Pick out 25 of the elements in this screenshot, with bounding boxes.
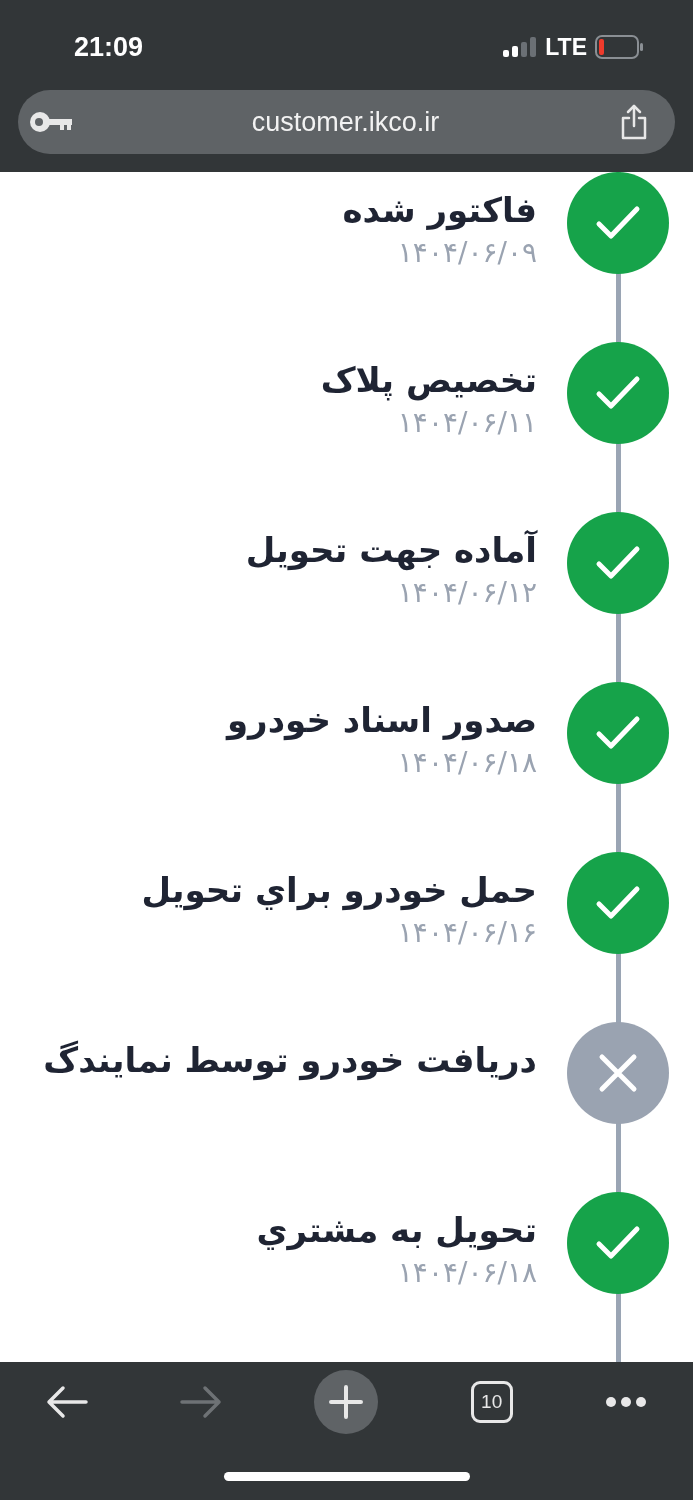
step-title: دریافت خودرو توسط نمایندگ: [43, 1040, 537, 1080]
url-text: customer.ikco.ir: [251, 106, 440, 138]
clock-time: 21:09: [74, 31, 144, 63]
share-icon[interactable]: [619, 104, 649, 140]
step-title: فاکتور شده: [342, 190, 537, 230]
network-label: LTE: [545, 33, 587, 61]
step-date: ۱۴۰۴/۰۶/۱۸: [397, 1256, 537, 1289]
new-tab-button[interactable]: [314, 1370, 379, 1434]
step-title: آماده جهت تحویل: [245, 530, 537, 570]
battery-icon: [595, 35, 643, 59]
step-date: ۱۴۰۴/۰۶/۱۶: [397, 916, 537, 949]
key-icon: [30, 111, 72, 133]
signal-icon: [503, 37, 538, 57]
step-title: صدور اسناد خودرو: [226, 700, 537, 740]
address-bar[interactable]: customer.ikco.ir: [18, 90, 675, 154]
tab-count-button[interactable]: 10: [470, 1381, 513, 1423]
step-date: ۱۴۰۴/۰۶/۱۱: [397, 406, 537, 439]
step-title: تخصیص پلاک: [320, 360, 537, 400]
step-title: تحويل به مشتري: [256, 1210, 537, 1250]
back-icon[interactable]: [46, 1385, 89, 1419]
step-date: ۱۴۰۴/۰۶/۱۸: [397, 746, 537, 779]
step-date: ۱۴۰۴/۰۶/۱۲: [397, 576, 537, 609]
step-title: حمل خودرو براي تحويل: [141, 870, 537, 910]
more-icon[interactable]: [604, 1396, 647, 1408]
step-date: ۱۴۰۴/۰۶/۰۹: [397, 236, 537, 269]
